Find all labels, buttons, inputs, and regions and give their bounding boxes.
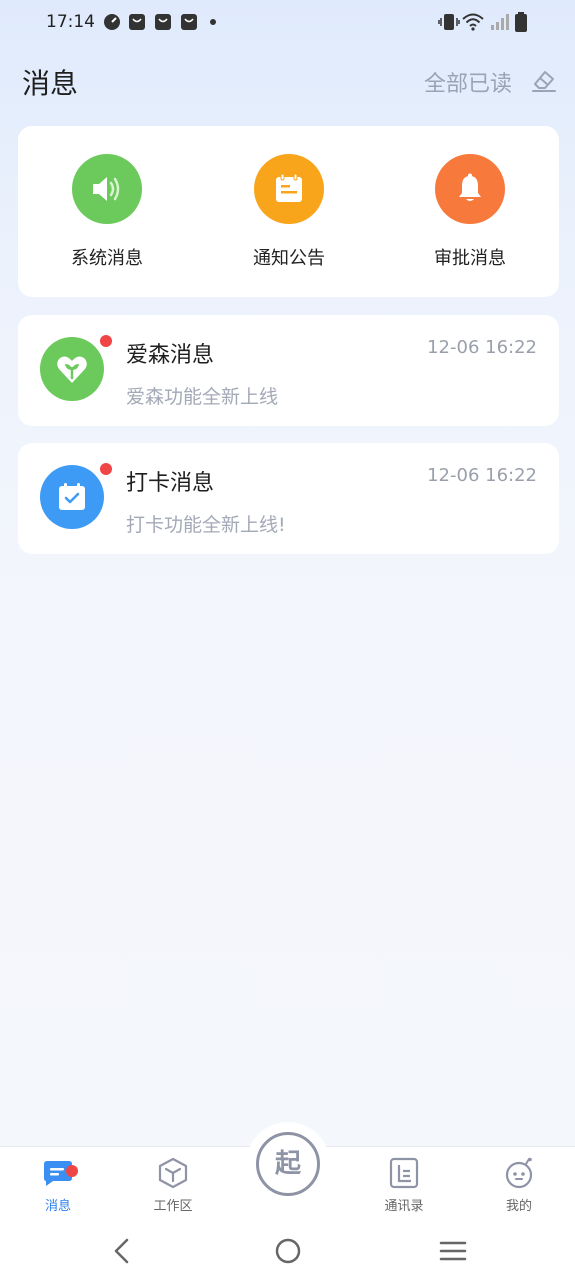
eraser-icon[interactable] [530,66,558,94]
center-button-text: 起 [274,1149,301,1179]
vibrate-icon [438,14,460,30]
message-time: 12-06 16:22 [427,337,537,358]
profile-face-icon [505,1157,533,1189]
mark-all-read-button[interactable]: 全部已读 [424,66,512,98]
notification-dot [210,19,216,25]
center-action-button[interactable]: 起 [256,1132,320,1196]
message-item-clock-in[interactable]: 打卡消息 12-06 16:22 打卡功能全新上线! [18,443,559,554]
wifi-icon [462,13,484,31]
unread-badge [100,463,112,475]
message-avatar [40,465,104,529]
unread-badge [66,1165,78,1177]
unread-badge [100,335,112,347]
bell-icon [459,173,481,201]
nav-label: 工作区 [153,1199,193,1214]
shopping-bag-icon [181,14,197,30]
shopping-bag-icon [155,14,171,30]
category-card: 系统消息 通知公告 审批消息 [18,126,559,297]
shopping-bag-icon [129,14,145,30]
nav-tab-profile[interactable]: 我的 [479,1157,559,1214]
page-title: 消息 [22,67,79,100]
nav-label: 通讯录 [384,1199,424,1214]
category-approval-messages[interactable]: 审批消息 [410,154,530,270]
speaker-icon [93,177,120,201]
nav-label: 我的 [505,1199,532,1214]
message-avatar [40,337,104,401]
status-time: 17:14 [46,12,95,32]
message-preview: 爱森功能全新上线 [126,386,279,408]
system-navigation-bar [0,1226,575,1280]
message-title: 爱森消息 [126,343,215,368]
message-preview: 打卡功能全新上线! [126,514,286,536]
category-icon-circle [435,154,505,224]
signal-icon [491,14,509,30]
category-icon-circle [254,154,324,224]
status-bar: 17:14 [0,0,575,46]
message-time: 12-06 16:22 [427,465,537,486]
category-label: 通知公告 [253,248,325,269]
menu-icon[interactable] [438,1236,468,1266]
battery-icon [515,12,527,32]
back-icon[interactable] [108,1236,136,1266]
message-item-aisen[interactable]: 爱森消息 12-06 16:22 爱森功能全新上线 [18,315,559,426]
category-notices[interactable]: 通知公告 [229,154,349,270]
nav-tab-workspace[interactable]: 工作区 [133,1157,213,1214]
category-label: 审批消息 [434,248,506,269]
speedometer-icon [104,14,120,30]
heart-sprout-icon [57,356,87,383]
nav-tab-messages[interactable]: 消息 [18,1157,98,1214]
category-icon-circle [72,154,142,224]
nav-tab-contacts[interactable]: 通讯录 [364,1157,444,1214]
contacts-icon [389,1157,419,1189]
home-icon[interactable] [273,1236,303,1266]
calendar-check-icon [59,483,85,510]
message-title: 打卡消息 [126,471,215,496]
category-system-messages[interactable]: 系统消息 [47,154,167,270]
cube-icon [158,1157,188,1189]
category-label: 系统消息 [71,248,143,269]
center-action-button-wrap: 起 [246,1122,330,1206]
notepad-icon [276,173,302,202]
nav-label: 消息 [44,1199,71,1214]
